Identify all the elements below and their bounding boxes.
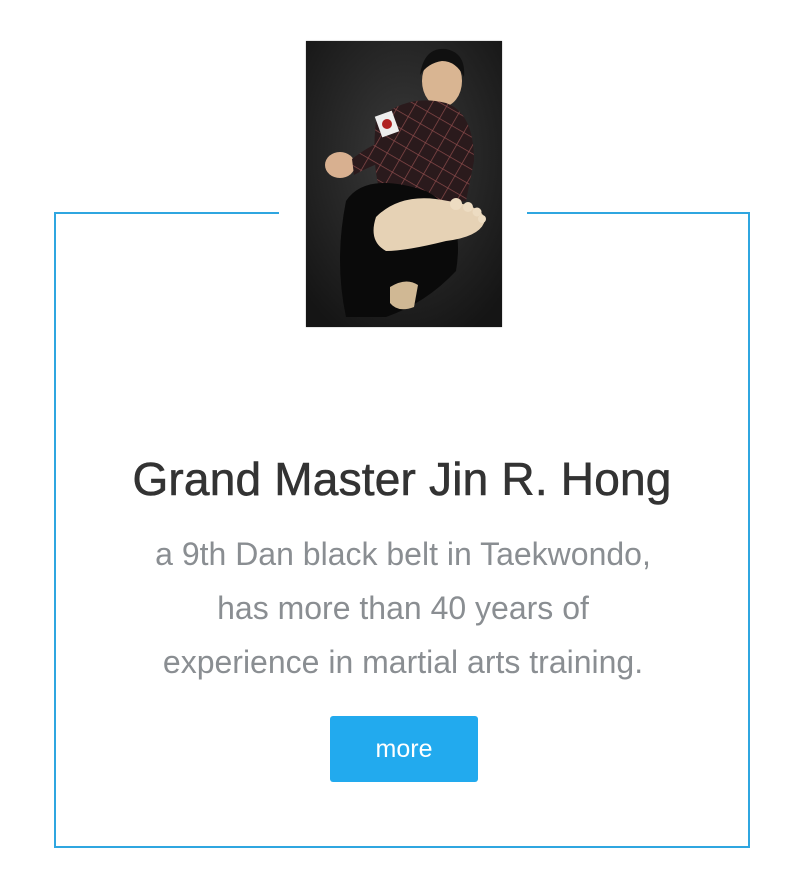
bio-line: experience in martial arts training. xyxy=(162,644,644,680)
bio-line: has more than 40 years of xyxy=(217,590,589,626)
more-button[interactable]: more xyxy=(330,716,478,782)
profile-name: Grand Master Jin R. Hong xyxy=(132,453,672,506)
profile-photo xyxy=(306,41,502,327)
profile-bio: a 9th Dan black belt in Taekwondo, has m… xyxy=(118,527,688,689)
bio-line: a 9th Dan black belt in Taekwondo, xyxy=(155,536,651,572)
